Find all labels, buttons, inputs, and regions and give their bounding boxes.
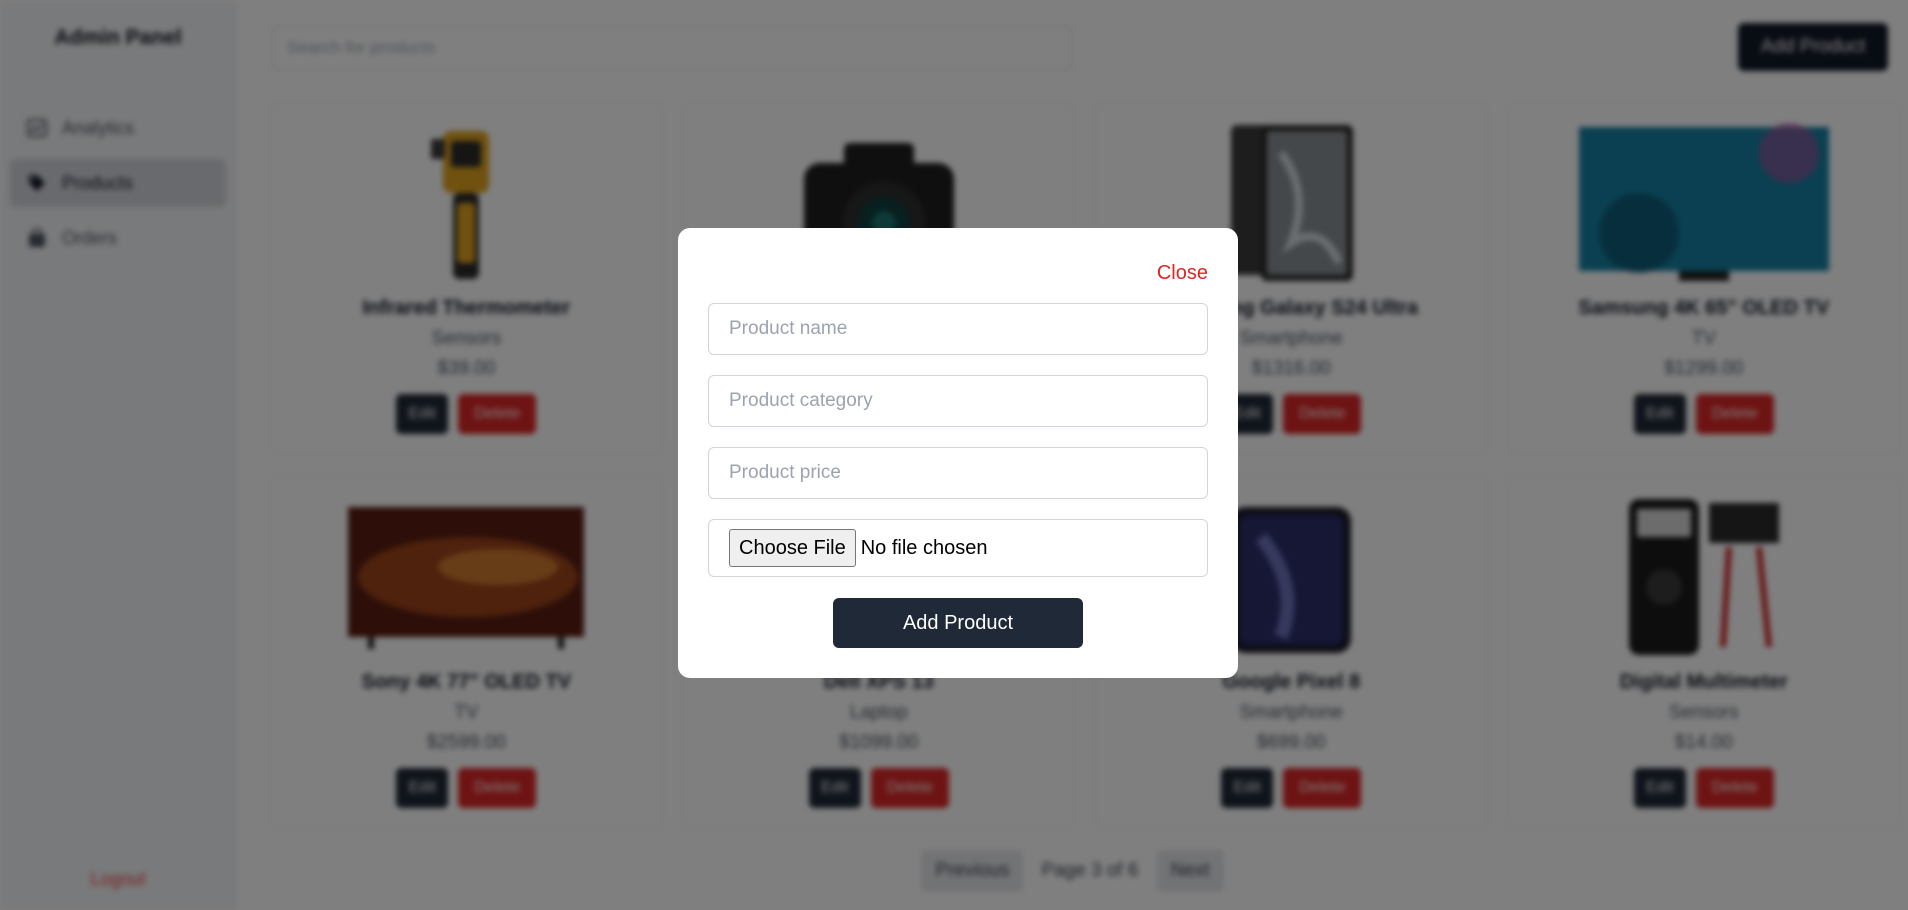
product-name-input[interactable]	[708, 303, 1208, 355]
product-price-input[interactable]	[708, 447, 1208, 499]
product-category-input[interactable]	[708, 375, 1208, 427]
choose-file-button[interactable]: Choose File	[729, 529, 856, 567]
file-status: No file chosen	[860, 536, 988, 559]
add-product-modal: Close Choose File No file chosen Add Pro…	[678, 228, 1238, 678]
close-button[interactable]: Close	[1157, 262, 1208, 285]
submit-add-product-button[interactable]: Add Product	[833, 598, 1083, 648]
file-upload-field: Choose File No file chosen	[708, 519, 1208, 577]
